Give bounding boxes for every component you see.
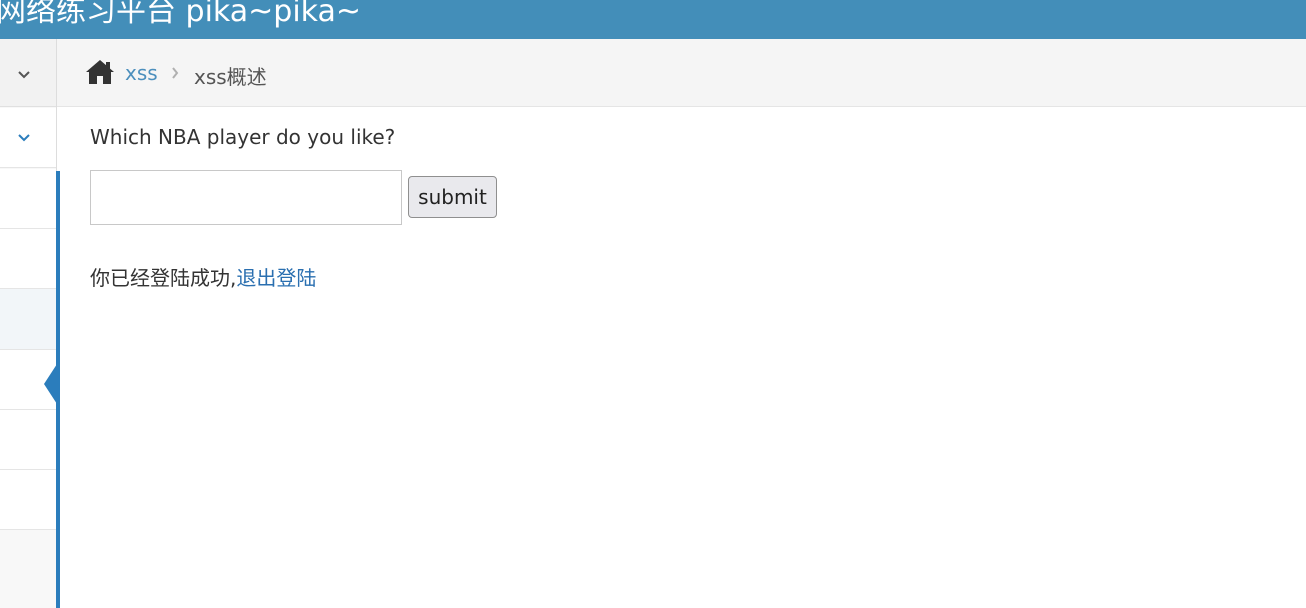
sidebar-menu-toggle[interactable] <box>0 39 56 107</box>
sidebar-subitem-active[interactable] <box>0 289 56 350</box>
breadcrumb: xss xss概述 <box>57 39 1306 107</box>
question-label: Which NBA player do you like? <box>90 125 396 149</box>
top-navbar: 网络练习平台 pika~pika~ <box>0 0 1306 39</box>
sidebar-subitem[interactable] <box>0 169 56 229</box>
login-success-text: 你已经登陆成功, <box>90 266 237 290</box>
sidebar-subitem[interactable] <box>0 470 56 530</box>
player-input[interactable] <box>90 170 402 225</box>
submit-button[interactable]: submit <box>408 176 497 218</box>
home-icon[interactable] <box>85 59 115 85</box>
chevron-down-icon <box>18 134 30 142</box>
logout-link[interactable]: 退出登陆 <box>236 266 316 290</box>
chevron-right-icon <box>172 67 179 79</box>
breadcrumb-current: xss概述 <box>194 65 267 89</box>
chevron-down-icon <box>18 71 30 79</box>
active-submenu-bar <box>56 171 60 608</box>
login-status: 你已经登陆成功,退出登陆 <box>90 262 316 291</box>
site-title: 网络练习平台 pika~pika~ <box>0 0 362 29</box>
sidebar-subitem[interactable] <box>0 229 56 289</box>
sidebar-item-xss[interactable] <box>0 108 56 168</box>
sidebar <box>0 39 60 608</box>
breadcrumb-link-xss[interactable]: xss <box>125 61 158 85</box>
sidebar-subitem[interactable] <box>0 410 56 470</box>
